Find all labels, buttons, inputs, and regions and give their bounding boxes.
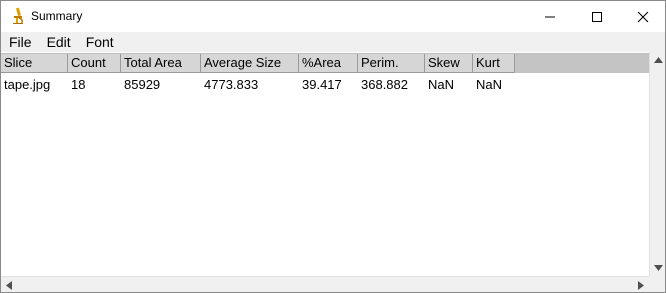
cell-percent-area: 39.417 xyxy=(302,77,342,92)
chevron-right-icon xyxy=(638,280,644,290)
vertical-scrollbar[interactable] xyxy=(649,52,665,276)
cell-slice: tape.jpg xyxy=(4,77,51,92)
menu-edit[interactable]: Edit xyxy=(39,34,78,50)
menu-file[interactable]: File xyxy=(1,34,39,50)
scrollbar-corner xyxy=(649,276,665,292)
summary-window: Summary File Edit Font Slice Count Total… xyxy=(0,0,666,293)
scroll-left-button[interactable] xyxy=(1,277,17,293)
column-header-count[interactable]: Count xyxy=(68,54,121,73)
window-title: Summary xyxy=(31,9,83,23)
close-button[interactable] xyxy=(620,1,666,32)
table-row[interactable]: tape.jpg 18 85929 4773.833 39.417 368.88… xyxy=(1,76,649,94)
minimize-button[interactable] xyxy=(527,1,573,32)
microscope-icon xyxy=(10,7,26,25)
column-header-percent-area[interactable]: %Area xyxy=(299,54,358,73)
results-table[interactable]: Slice Count Total Area Average Size %Are… xyxy=(1,52,649,276)
scroll-up-button[interactable] xyxy=(650,52,666,68)
cell-total-area: 85929 xyxy=(124,77,161,92)
maximize-icon xyxy=(592,11,602,22)
chevron-up-icon xyxy=(653,57,663,63)
column-header-kurt[interactable]: Kurt xyxy=(473,54,515,73)
cell-count: 18 xyxy=(71,77,86,92)
scroll-right-button[interactable] xyxy=(633,277,649,293)
title-bar: Summary xyxy=(1,1,665,32)
cell-perim: 368.882 xyxy=(361,77,408,92)
close-icon xyxy=(637,11,649,22)
cell-skew: NaN xyxy=(428,77,455,92)
menu-font[interactable]: Font xyxy=(78,34,121,50)
column-header-total-area[interactable]: Total Area xyxy=(121,54,201,73)
column-header-skew[interactable]: Skew xyxy=(425,54,473,73)
cell-average-size: 4773.833 xyxy=(204,77,259,92)
maximize-button[interactable] xyxy=(574,1,620,32)
menu-bar: File Edit Font xyxy=(1,32,665,52)
chevron-left-icon xyxy=(6,280,12,290)
column-header-slice[interactable]: Slice xyxy=(1,54,68,73)
scroll-down-button[interactable] xyxy=(650,260,666,276)
header-filler xyxy=(515,54,649,73)
minimize-icon xyxy=(545,16,555,17)
horizontal-scrollbar[interactable] xyxy=(1,276,649,292)
column-header-average-size[interactable]: Average Size xyxy=(201,54,299,73)
chevron-down-icon xyxy=(653,265,663,271)
cell-kurt: NaN xyxy=(476,77,503,92)
table-header: Slice Count Total Area Average Size %Are… xyxy=(1,53,649,73)
column-header-perim[interactable]: Perim. xyxy=(358,54,425,73)
